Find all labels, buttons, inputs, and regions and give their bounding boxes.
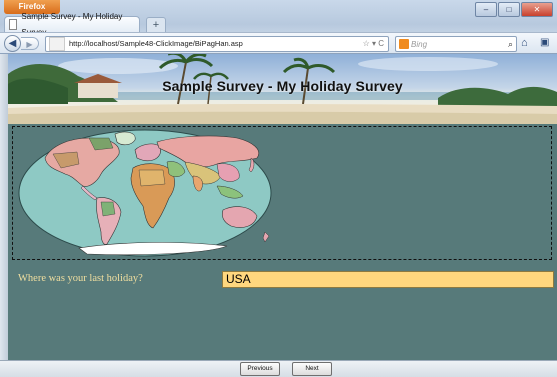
new-tab-button[interactable]: +: [146, 17, 166, 33]
world-map-image[interactable]: [17, 128, 277, 258]
back-forward-group: ◀ ▶: [4, 35, 40, 52]
next-button[interactable]: Next: [292, 362, 332, 376]
search-engine-icon[interactable]: [399, 39, 409, 49]
site-identity-icon[interactable]: [49, 37, 65, 51]
home-icon[interactable]: ⌂: [521, 37, 528, 49]
previous-button[interactable]: Previous: [240, 362, 280, 376]
page-icon: [9, 19, 18, 30]
address-text: http://localhost/Sample48-ClickImage/BiP…: [69, 39, 243, 48]
address-bar-tools[interactable]: ☆ ▾ C: [363, 37, 388, 51]
question-label: Where was your last holiday?: [18, 273, 143, 284]
forward-arrow-icon[interactable]: ▶: [21, 37, 39, 50]
page-title: Sample Survey - My Holiday Survey: [162, 78, 403, 94]
close-icon[interactable]: ✕: [521, 2, 553, 17]
search-placeholder: Bing: [411, 39, 428, 49]
maximize-icon[interactable]: □: [498, 2, 520, 17]
navigation-bar: ◀ ▶ http://localhost/Sample48-ClickImage…: [0, 32, 557, 54]
browser-tab[interactable]: Sample Survey - My Holiday Survey: [4, 12, 140, 37]
minimize-icon[interactable]: –: [475, 2, 497, 17]
navigation-footer: Previous Next: [0, 360, 557, 377]
address-bar[interactable]: http://localhost/Sample48-ClickImage/BiP…: [45, 36, 389, 52]
world-map-click-area[interactable]: [12, 126, 552, 260]
survey-content: Where was your last holiday? USA: [8, 124, 557, 360]
search-icon[interactable]: ⌕: [508, 39, 516, 50]
window-left-edge: [0, 54, 8, 360]
survey-header-banner: Sample Survey - My Holiday Survey: [8, 54, 557, 124]
bookmark-icon[interactable]: ▣: [540, 37, 549, 48]
window-controls: – □ ✕: [475, 2, 553, 17]
browser-chrome: Firefox – □ ✕ Sample Survey - My Holiday…: [0, 0, 557, 54]
search-bar[interactable]: Bing ⌕: [395, 36, 517, 52]
back-arrow-icon[interactable]: ◀: [4, 35, 21, 52]
answer-input[interactable]: USA: [222, 271, 554, 288]
